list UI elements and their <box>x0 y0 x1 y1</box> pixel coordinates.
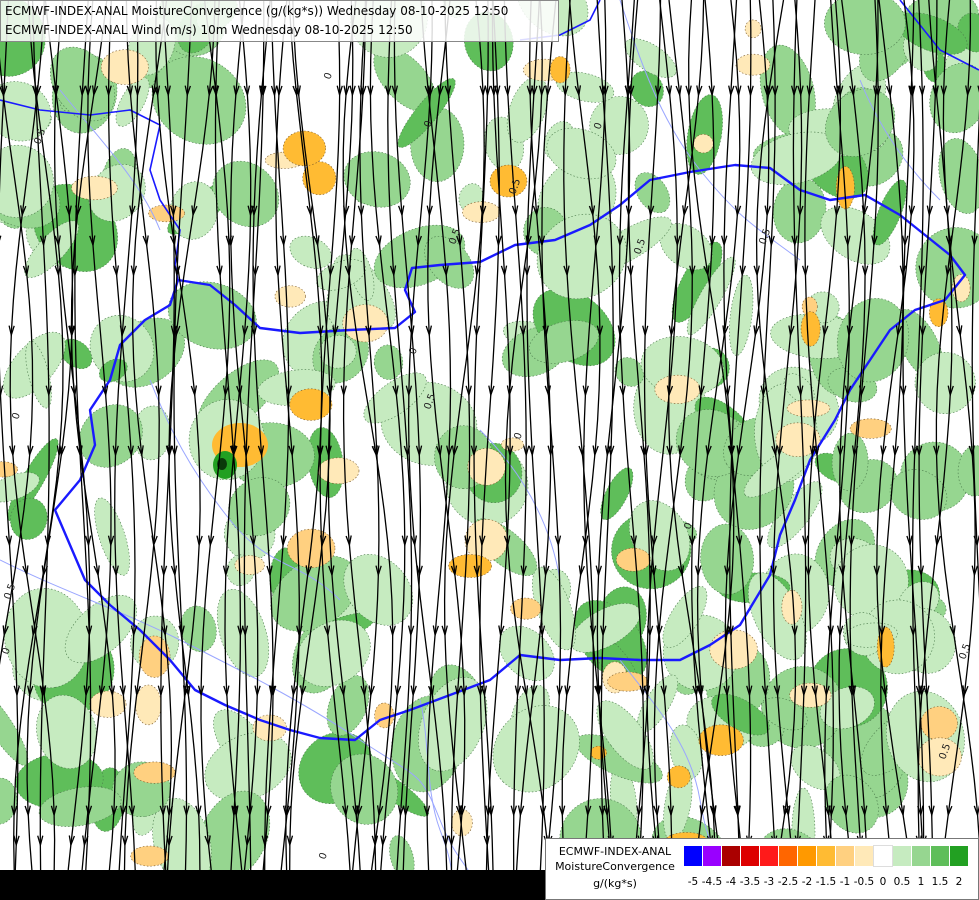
legend-tick-label: -1.5 <box>815 876 837 888</box>
divergence-area <box>693 134 714 154</box>
legend-swatch <box>779 846 797 866</box>
legend-swatch <box>703 846 721 866</box>
legend-tick-label: -2.5 <box>777 876 799 888</box>
legend-swatch <box>836 846 854 866</box>
weather-map: 00.5000.50.50.5000.50.50 0.50.50.5000 <box>0 0 979 900</box>
legend-tick-label: 0.5 <box>893 876 911 888</box>
divergence-area <box>133 761 176 784</box>
legend-swatch <box>798 846 816 866</box>
legend-swatch <box>684 846 702 866</box>
legend-tick-label: -0.5 <box>853 876 875 888</box>
legend-tick-label: -4.5 <box>701 876 723 888</box>
legend-swatch <box>817 846 835 866</box>
divergence-area <box>654 374 701 404</box>
legend-tick-label: -5 <box>687 876 699 888</box>
legend-tick-label: -3.5 <box>739 876 761 888</box>
legend-swatch <box>722 846 740 866</box>
legend-swatch <box>893 846 911 866</box>
legend-line-1: ECMWF-INDEX-ANAL <box>558 845 672 858</box>
legend-tick-label: -4 <box>725 876 737 888</box>
divergence-area <box>781 589 803 625</box>
legend-swatch <box>855 846 873 866</box>
divergence-area <box>317 457 360 485</box>
divergence-area <box>920 706 958 741</box>
legend-tick-label: -1 <box>839 876 851 888</box>
legend-swatch <box>912 846 930 866</box>
divergence-area <box>89 690 127 718</box>
map-edge-bar <box>0 870 545 900</box>
legend-tick-label: 2 <box>955 876 963 888</box>
divergence-area <box>666 765 691 789</box>
divergence-area <box>615 547 651 572</box>
divergence-area <box>786 399 831 418</box>
legend-line-2: MoistureConvergence <box>555 860 675 873</box>
divergence-area <box>289 388 333 421</box>
legend-swatch <box>741 846 759 866</box>
map-title-box: ECMWF-INDEX-ANAL MoistureConvergence (g/… <box>0 0 559 42</box>
legend-tick-label: 0 <box>879 876 887 888</box>
legend-tick-label: -2 <box>801 876 813 888</box>
divergence-area <box>709 629 758 670</box>
legend-tick-label: 1.5 <box>931 876 949 888</box>
legend-swatch <box>760 846 778 866</box>
divergence-area <box>130 845 169 867</box>
color-legend: ECMWF-INDEX-ANAL MoistureConvergence g/(… <box>545 838 979 900</box>
title-line-1: ECMWF-INDEX-ANAL MoistureConvergence (g/… <box>5 4 509 18</box>
divergence-area <box>135 684 162 726</box>
legend-swatch <box>950 846 968 866</box>
divergence-area <box>800 311 821 347</box>
legend-tick-label: 1 <box>917 876 925 888</box>
divergence-area <box>744 19 762 38</box>
legend-units: g/(kg*s) <box>593 877 637 890</box>
legend-swatch <box>873 845 893 867</box>
legend-swatch <box>931 846 949 866</box>
title-line-2: ECMWF-INDEX-ANAL Wind (m/s) 10m Wednesda… <box>5 23 413 37</box>
legend-tick-label: -3 <box>763 876 775 888</box>
divergence-area <box>342 304 389 343</box>
